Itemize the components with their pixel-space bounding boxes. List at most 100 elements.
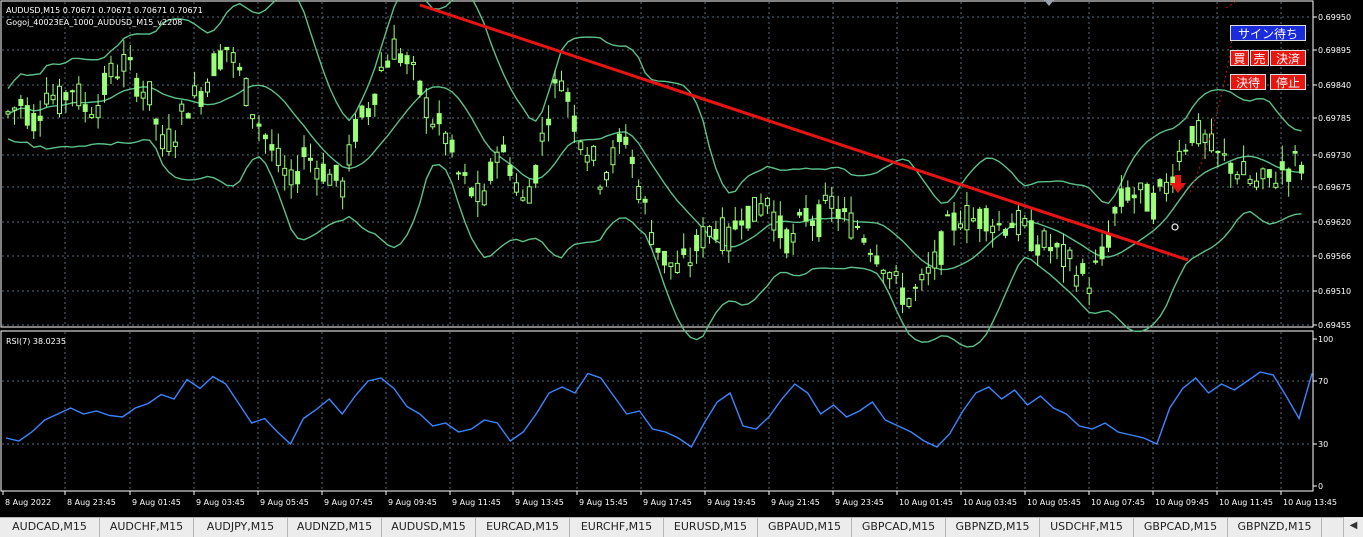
stop-button[interactable]: 停止 <box>1270 74 1306 90</box>
candle-body <box>990 225 996 234</box>
time-tick-label: 9 Aug 15:45 <box>579 498 628 507</box>
candle-body <box>365 108 371 117</box>
order-marker-icon <box>1171 223 1179 231</box>
candle-body <box>192 85 198 97</box>
buy-button[interactable]: 買 <box>1230 50 1249 66</box>
candle-body <box>237 66 243 71</box>
candle-body <box>1125 187 1131 201</box>
candle-body <box>719 217 725 251</box>
candle-body <box>732 220 738 230</box>
candle-body <box>250 114 256 120</box>
candle-body <box>1279 161 1285 171</box>
settle-wait-button[interactable]: 決待 <box>1230 74 1266 90</box>
candle-body <box>597 186 603 190</box>
candle-body <box>11 107 17 111</box>
time-tick-label: 9 Aug 19:45 <box>707 498 756 507</box>
candle-body <box>1073 274 1079 287</box>
candle-body <box>842 208 848 213</box>
time-tick-label: 9 Aug 03:45 <box>196 498 245 507</box>
candle-body <box>56 85 62 115</box>
candle-body <box>1286 168 1292 182</box>
candle-body <box>1254 180 1260 188</box>
symbol-tab[interactable]: EURCAD,M15 <box>476 518 570 537</box>
candle-body <box>1054 242 1060 248</box>
price-tick-label: 0.69620 <box>1318 218 1351 227</box>
candle-body <box>752 197 758 222</box>
candle-body <box>1228 162 1234 174</box>
candle-body <box>262 134 268 140</box>
candle-body <box>951 212 957 231</box>
candle-body <box>739 220 745 226</box>
candle-body <box>417 80 423 95</box>
price-tick-label: 0.69895 <box>1318 46 1351 55</box>
candle-body <box>205 81 211 93</box>
price-tick-label: 0.69566 <box>1318 252 1351 261</box>
sign-wait-button[interactable]: サイン待ち <box>1230 25 1306 41</box>
candle-body <box>610 147 616 166</box>
time-tick-label: 9 Aug 01:45 <box>132 498 181 507</box>
candle-body <box>584 154 590 163</box>
candle-body <box>89 114 95 119</box>
candle-body <box>835 208 841 219</box>
sell-button[interactable]: 売 <box>1250 50 1269 66</box>
time-tick-label: 10 Aug 05:45 <box>1027 498 1081 507</box>
candle-body <box>134 77 140 97</box>
candle-body <box>1003 229 1009 236</box>
candle-body <box>333 164 339 181</box>
symbol-tab[interactable]: EURUSD,M15 <box>664 518 758 537</box>
rsi-tick-label: 30 <box>1318 440 1328 449</box>
candle-body <box>121 54 127 72</box>
candle-body <box>102 72 108 95</box>
candle-body <box>159 134 165 150</box>
symbol-tab[interactable]: AUDCAD,M15 <box>0 518 100 537</box>
rsi-pane-frame <box>0 330 1314 492</box>
candle-body <box>983 208 989 232</box>
symbol-tab[interactable]: GBPCAD,M15 <box>852 518 946 537</box>
candle-body <box>50 94 56 101</box>
candle-body <box>179 103 185 112</box>
candle-body <box>829 195 835 209</box>
candle-body <box>1163 181 1169 194</box>
candle-body <box>616 133 622 142</box>
symbol-tab[interactable]: GBPCAD,M15 <box>1134 518 1228 537</box>
symbol-tab[interactable]: AUDJPY,M15 <box>194 518 288 537</box>
candle-body <box>153 118 159 125</box>
candle-body <box>224 46 230 51</box>
symbol-tab[interactable]: USDCHF,M15 <box>1040 518 1134 537</box>
candle-body <box>925 266 931 274</box>
rsi-axis: 100 70 30 0 <box>1313 335 1333 491</box>
candle-body <box>275 147 281 166</box>
candle-body <box>385 60 391 68</box>
time-tick-label: 9 Aug 07:45 <box>324 498 373 507</box>
symbol-tab[interactable]: GBPNZD,M15 <box>1228 518 1322 537</box>
candle-body <box>591 145 597 161</box>
candle-body <box>771 211 777 231</box>
time-tick-label: 10 Aug 13:45 <box>1283 498 1337 507</box>
candle-body <box>880 269 886 274</box>
time-axis: 8 Aug 2022 8 Aug 23:45 9 Aug 01:45 9 Aug 03… <box>2 491 1337 507</box>
price-tick-label: 0.69950 <box>1318 13 1351 22</box>
tab-scroll-arrow-icon[interactable]: ◀ <box>1343 517 1363 537</box>
candle-body <box>964 205 970 231</box>
candle-body <box>1067 249 1073 260</box>
candle-body <box>906 298 912 308</box>
settle-button[interactable]: 決済 <box>1270 50 1306 66</box>
candle-body <box>494 151 500 163</box>
time-tick-label: 10 Aug 07:45 <box>1091 498 1145 507</box>
candle-body <box>468 187 474 197</box>
candle-body <box>629 156 635 165</box>
time-tick-label: 9 Aug 11:45 <box>452 498 501 507</box>
candle-body <box>681 248 687 256</box>
candle-body <box>63 92 69 101</box>
symbol-tab[interactable]: AUDNZD,M15 <box>288 518 382 537</box>
symbol-tab[interactable]: EURCHF,M15 <box>570 518 664 537</box>
symbol-tab[interactable]: GBPAUD,M15 <box>758 518 852 537</box>
candle-body <box>114 76 120 79</box>
symbol-tab-bar: AUDCAD,M15 AUDCHF,M15 AUDJPY,M15 AUDNZD,M15… <box>0 517 1363 537</box>
chart-canvas[interactable]: 0.69950 0.69895 0.69840 0.69785 0.69730 0.696… <box>0 0 1363 517</box>
symbol-tab[interactable]: GBPNZD,M15 <box>946 518 1040 537</box>
candle-body <box>874 255 880 265</box>
symbol-tab[interactable]: AUDCHF,M15 <box>100 518 194 537</box>
candle-body <box>301 147 307 157</box>
symbol-tab[interactable]: AUDUSD,M15 <box>382 518 476 537</box>
